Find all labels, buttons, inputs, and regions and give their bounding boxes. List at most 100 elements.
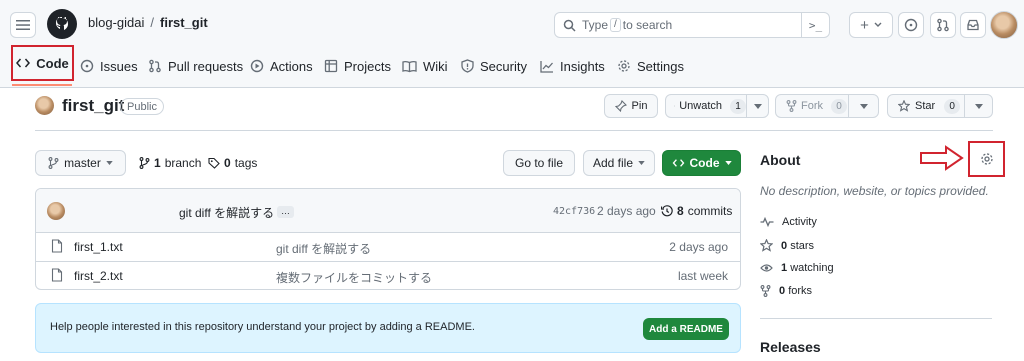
commit-word: commits xyxy=(687,204,733,218)
table-row[interactable]: first_1.txt git diff を解説する 2 days ago xyxy=(36,233,740,262)
history-icon xyxy=(661,205,673,217)
eye-icon xyxy=(674,105,676,107)
add-file-button[interactable]: Add file xyxy=(583,150,655,176)
add-file-label: Add file xyxy=(592,156,634,170)
tab-security[interactable]: Security xyxy=(461,52,527,80)
tab-insights-label: Insights xyxy=(560,58,605,74)
tags-link[interactable]: 0 tags xyxy=(208,156,257,170)
pin-icon xyxy=(614,100,627,112)
watch-dropdown[interactable] xyxy=(747,103,768,109)
breadcrumb-separator: / xyxy=(150,15,154,30)
star-button[interactable]: Star 0 xyxy=(888,98,964,114)
file-commit-message[interactable]: 複数ファイルをコミットする xyxy=(276,269,432,286)
tab-issues[interactable]: Issues xyxy=(80,52,138,80)
user-avatar[interactable] xyxy=(990,11,1018,39)
branch-word: branch xyxy=(164,156,202,170)
tab-insights[interactable]: Insights xyxy=(540,52,605,80)
star-dropdown[interactable] xyxy=(965,103,992,109)
issue-circle-icon xyxy=(904,18,918,32)
forks-word: forks xyxy=(788,285,813,297)
gear-icon xyxy=(618,60,630,72)
watch-button-group: Unwatch 1 xyxy=(665,94,769,118)
commit-time: 2 days ago xyxy=(597,204,656,218)
file-commit-message[interactable]: git diff を解説する xyxy=(276,240,371,257)
gear-icon xyxy=(980,153,993,165)
eye-icon xyxy=(760,264,773,272)
tab-code-label: Code xyxy=(36,55,69,71)
tab-issues-label: Issues xyxy=(100,58,138,74)
stars-count: 0 xyxy=(781,239,788,252)
tab-pull-requests[interactable]: Pull requests xyxy=(148,52,243,80)
code-icon xyxy=(672,159,684,167)
add-readme-button[interactable]: Add a README xyxy=(643,318,729,340)
about-description: No description, website, or topics provi… xyxy=(760,184,989,198)
tab-wiki-label: Wiki xyxy=(423,58,448,74)
watch-count: 1 xyxy=(730,98,746,114)
readme-prompt: Help people interested in this repositor… xyxy=(35,303,741,353)
issues-button[interactable] xyxy=(898,12,924,38)
search-input[interactable]: Type / to search >_ xyxy=(554,12,830,38)
table-row[interactable]: first_2.txt 複数ファイルをコミットする last week xyxy=(36,262,740,289)
inbox-button[interactable] xyxy=(960,12,986,38)
pulse-icon xyxy=(760,217,774,227)
commits-link[interactable]: 8 commits xyxy=(661,204,732,218)
search-shortcut-key: / xyxy=(610,18,621,32)
active-tab-indicator xyxy=(12,84,72,86)
fork-button[interactable]: Fork 0 xyxy=(776,98,848,114)
code-download-button[interactable]: Code xyxy=(662,150,741,176)
pull-requests-button[interactable] xyxy=(930,12,956,38)
breadcrumb-owner[interactable]: blog-gidai xyxy=(88,15,144,30)
table-icon xyxy=(324,59,338,73)
file-icon xyxy=(51,268,63,282)
tab-security-label: Security xyxy=(480,58,527,74)
tab-code[interactable]: Code xyxy=(11,45,74,81)
create-new-button[interactable]: + xyxy=(849,12,893,38)
tab-actions-label: Actions xyxy=(270,58,313,74)
branch-selector[interactable]: master xyxy=(35,150,126,176)
file-name[interactable]: first_2.txt xyxy=(74,269,123,283)
search-placeholder-prefix: Type xyxy=(582,18,609,32)
about-settings-button[interactable] xyxy=(968,141,1005,177)
search-placeholder-suffix: to search xyxy=(622,18,673,32)
caret-down-icon xyxy=(859,103,868,109)
activity-link[interactable]: Activity xyxy=(760,216,817,228)
activity-label: Activity xyxy=(782,216,817,228)
code-button-label: Code xyxy=(689,156,720,170)
unwatch-label: Unwatch xyxy=(679,100,722,112)
inbox-icon xyxy=(967,19,979,31)
commit-count: 8 xyxy=(677,204,684,218)
tag-word: tags xyxy=(234,156,258,170)
watchers-link[interactable]: 1 watching xyxy=(760,262,834,274)
tab-actions[interactable]: Actions xyxy=(250,52,313,80)
branches-link[interactable]: 1 branch xyxy=(139,156,201,170)
star-count: 0 xyxy=(944,98,961,114)
pin-button[interactable]: Pin xyxy=(604,94,658,118)
repo-title[interactable]: first_git xyxy=(62,96,124,116)
file-name[interactable]: first_1.txt xyxy=(74,240,123,254)
forks-link[interactable]: 0 forks xyxy=(760,285,812,297)
tab-settings[interactable]: Settings xyxy=(617,52,684,80)
github-logo-icon[interactable] xyxy=(47,9,77,39)
releases-heading[interactable]: Releases xyxy=(760,339,821,355)
command-palette-icon[interactable]: >_ xyxy=(801,13,829,37)
go-to-file-button[interactable]: Go to file xyxy=(503,150,575,176)
tab-projects[interactable]: Projects xyxy=(324,52,391,80)
plus-icon: + xyxy=(860,16,869,34)
branch-name: master xyxy=(64,156,101,170)
file-browser: git diff を解説する … 42cf736 2 days ago 8 co… xyxy=(35,188,741,290)
star-icon xyxy=(760,239,773,252)
arrow-right-icon xyxy=(920,145,964,171)
commit-message[interactable]: git diff を解説する xyxy=(179,204,274,221)
breadcrumb-repo[interactable]: first_git xyxy=(160,15,208,30)
pull-request-icon xyxy=(937,18,949,32)
fork-dropdown[interactable] xyxy=(849,103,878,109)
hamburger-icon xyxy=(16,20,30,30)
commit-expand-button[interactable]: … xyxy=(277,206,294,218)
tab-wiki[interactable]: Wiki xyxy=(402,52,448,80)
unwatch-button[interactable]: Unwatch 1 xyxy=(666,98,746,114)
about-heading: About xyxy=(760,152,801,168)
caret-down-icon xyxy=(106,161,113,165)
menu-button[interactable] xyxy=(10,12,36,38)
stars-link[interactable]: 0 stars xyxy=(760,239,814,252)
commit-sha[interactable]: 42cf736 xyxy=(553,206,595,217)
